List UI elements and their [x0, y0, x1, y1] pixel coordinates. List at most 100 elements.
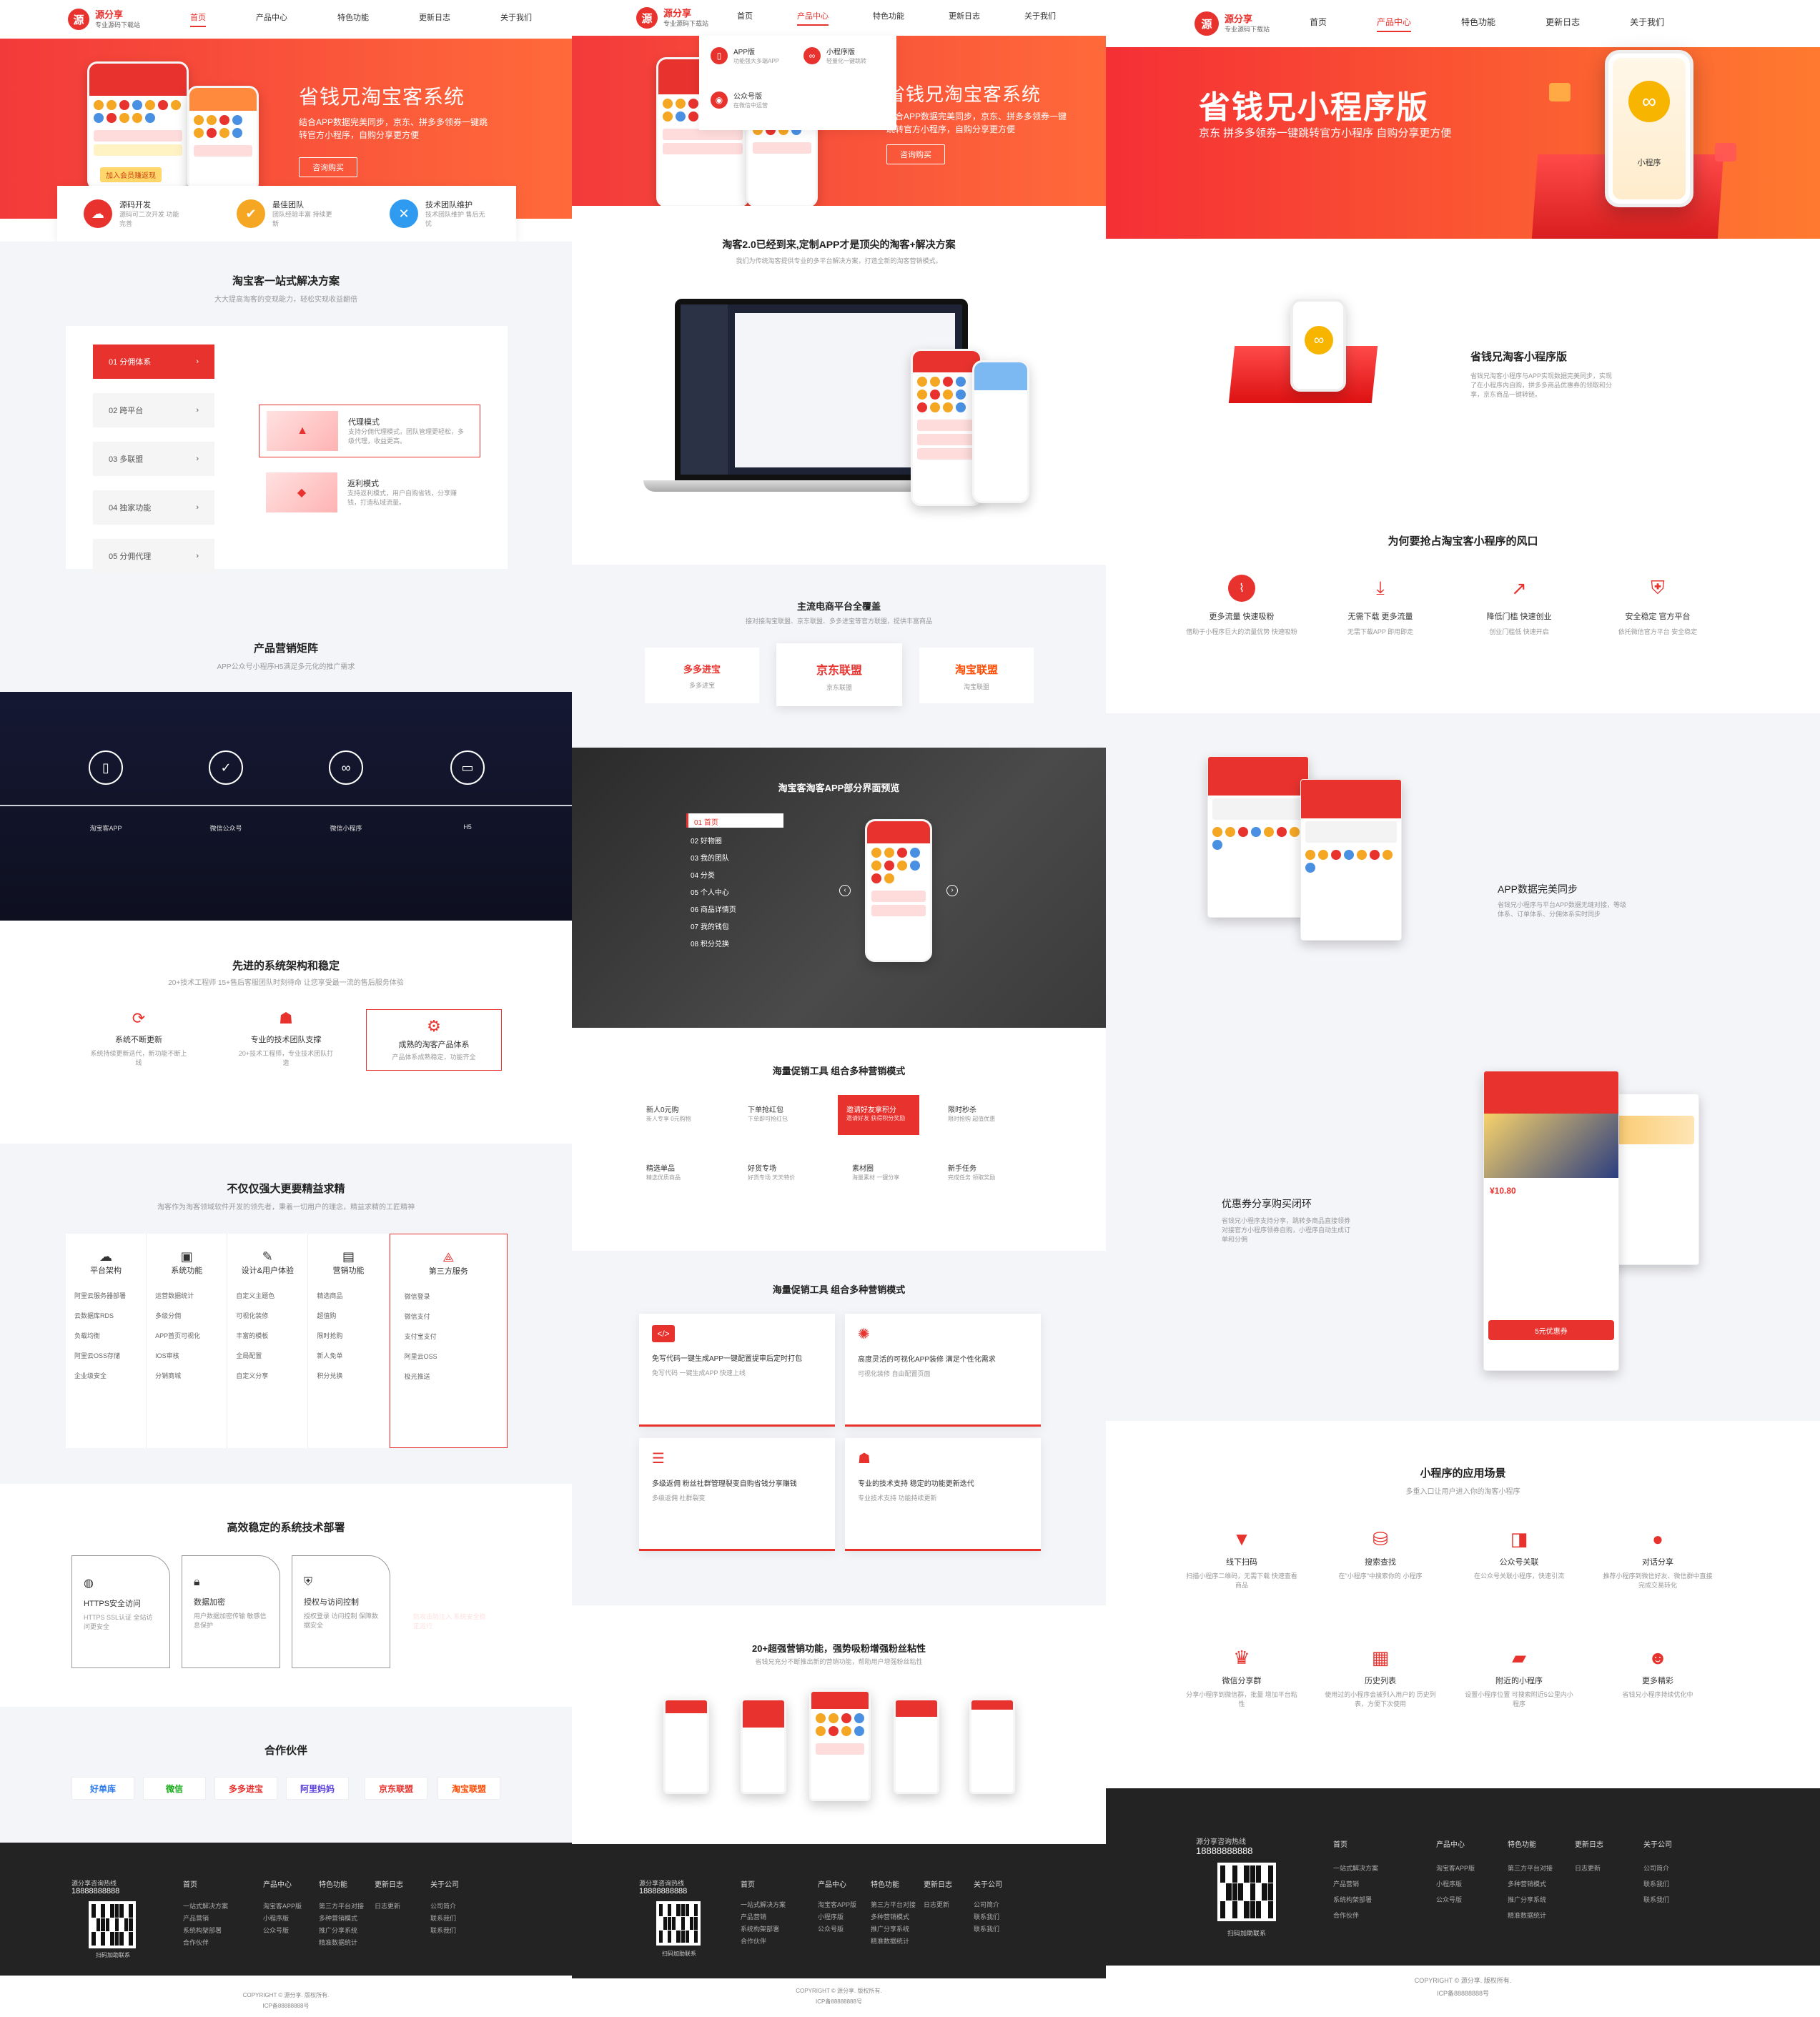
nav-item-home[interactable]: 首页: [1310, 16, 1327, 32]
solution-tab[interactable]: 03 多联盟 ›: [93, 442, 214, 476]
consult-button[interactable]: 咨询购买: [299, 157, 357, 177]
nav-item-about[interactable]: 关于我们: [1630, 16, 1664, 32]
footer-link[interactable]: 合作伙伴: [1333, 1908, 1378, 1923]
footer-link[interactable]: 推广分享系统: [319, 1925, 364, 1937]
nav-item-changelog[interactable]: 更新日志: [419, 11, 450, 27]
nav-item-changelog[interactable]: 更新日志: [949, 10, 980, 26]
footer-link[interactable]: 联系我们: [974, 1911, 1002, 1923]
footer-link[interactable]: 联系我们: [1643, 1876, 1672, 1892]
footer-link[interactable]: 联系我们: [1643, 1892, 1672, 1908]
footer-link[interactable]: 精准数据统计: [1508, 1908, 1553, 1923]
footer-link[interactable]: 联系我们: [430, 1913, 459, 1925]
mode-card-rebate[interactable]: ◆ 返利模式 支持返利模式，用户自购省钱，分享赚钱，打造私域流量。: [259, 466, 480, 519]
footer-link[interactable]: 公司简介: [430, 1900, 459, 1913]
footer-link[interactable]: 一站式解决方案: [741, 1899, 786, 1911]
nav-item-products[interactable]: 产品中心: [256, 11, 287, 27]
nav-item-about[interactable]: 关于我们: [500, 11, 532, 27]
dropdown-item[interactable]: ∞ 小程序版 轻量化一键跳转: [803, 46, 866, 66]
brand-logo[interactable]: 源 源分享 专业源码下载站: [1195, 11, 1270, 36]
partner-logo[interactable]: 淘宝联盟: [437, 1777, 500, 1800]
nav-item-products[interactable]: 产品中心: [1377, 16, 1412, 32]
footer-link[interactable]: 小程序版: [1436, 1876, 1475, 1892]
footer-link[interactable]: 多种营销模式: [871, 1911, 916, 1923]
preview-list-item[interactable]: 06 商品详情页: [691, 902, 736, 919]
chevron-right-icon[interactable]: ›: [946, 885, 958, 896]
footer-link[interactable]: 公司简介: [974, 1899, 1002, 1911]
monitor-icon[interactable]: ▭: [450, 750, 485, 785]
footer-link[interactable]: 推广分享系统: [871, 1923, 916, 1936]
footer-link[interactable]: 日志更新: [924, 1899, 952, 1911]
footer-link[interactable]: 小程序版: [818, 1911, 856, 1923]
footer-link[interactable]: 一站式解决方案: [1333, 1860, 1378, 1876]
preview-list-item-active[interactable]: 01 首页: [686, 813, 783, 828]
nav-item-about[interactable]: 关于我们: [1024, 10, 1056, 26]
nav-item-features[interactable]: 特色功能: [873, 10, 904, 26]
nav-item-changelog[interactable]: 更新日志: [1545, 16, 1580, 32]
footer-link[interactable]: 日志更新: [1575, 1860, 1603, 1876]
footer-link[interactable]: 推广分享系统: [1508, 1892, 1553, 1908]
partner-logo[interactable]: 阿里妈妈: [286, 1777, 349, 1800]
footer-link[interactable]: 小程序版: [263, 1913, 302, 1925]
footer-link[interactable]: 淘宝客APP版: [818, 1899, 856, 1911]
footer-link[interactable]: 联系我们: [974, 1923, 1002, 1936]
footer-link[interactable]: 多种营销模式: [1508, 1876, 1553, 1892]
solution-tab[interactable]: 02 跨平台 ›: [93, 393, 214, 427]
mobile-icon[interactable]: ▯: [89, 750, 123, 785]
footer-link[interactable]: 公众号版: [1436, 1892, 1475, 1908]
preview-list-item[interactable]: 05 个人中心: [691, 885, 736, 902]
footer-link[interactable]: 公众号版: [263, 1925, 302, 1937]
nav-item-features[interactable]: 特色功能: [337, 11, 369, 27]
footer-link[interactable]: 产品营销: [183, 1913, 228, 1925]
footer-link[interactable]: 淘宝客APP版: [263, 1900, 302, 1913]
footer-link[interactable]: 联系我们: [430, 1925, 459, 1937]
mode-card-agent[interactable]: ▲ 代理模式 支持分佣代理模式，团队管理更轻松，多级代理，收益更高。: [259, 405, 480, 457]
footer-link[interactable]: 合作伙伴: [183, 1937, 228, 1949]
partner-logo[interactable]: 京东联盟: [365, 1777, 427, 1800]
footer-link[interactable]: 合作伙伴: [741, 1936, 786, 1948]
solution-tab[interactable]: 05 分佣代理 ›: [93, 539, 214, 573]
platform-card[interactable]: 淘宝联盟 淘宝联盟: [919, 648, 1034, 703]
nav-item-products[interactable]: 产品中心: [797, 10, 829, 26]
footer-link[interactable]: 产品营销: [741, 1911, 786, 1923]
tool-item[interactable]: 新人0元购 新人专享 0元购物: [646, 1104, 691, 1124]
tool-item[interactable]: 限时秒杀 限时抢购 超值优惠: [948, 1104, 995, 1124]
nav-item-home[interactable]: 首页: [737, 10, 753, 26]
partner-logo[interactable]: 微信: [143, 1777, 206, 1800]
badge-check-icon[interactable]: ✓: [209, 750, 243, 785]
footer-link[interactable]: 第三方平台对接: [1508, 1860, 1553, 1876]
footer-link[interactable]: 一站式解决方案: [183, 1900, 228, 1913]
chevron-left-icon[interactable]: ‹: [839, 885, 851, 896]
brand-logo[interactable]: 源 源分享 专业源码下载站: [636, 7, 708, 29]
tool-item-active[interactable]: 邀请好友拿积分 邀请好友 获得积分奖励: [838, 1095, 919, 1135]
preview-list-item[interactable]: 03 我的团队: [691, 851, 736, 868]
footer-link[interactable]: 精准数据统计: [319, 1937, 364, 1949]
brand-logo[interactable]: 源 源分享 专业源码下载站: [68, 9, 140, 30]
solution-tab[interactable]: 04 独家功能 ›: [93, 490, 214, 525]
footer-link[interactable]: 系统构架部署: [1333, 1892, 1378, 1908]
preview-list-item[interactable]: 04 分类: [691, 868, 736, 885]
partner-logo[interactable]: 多多进宝: [214, 1777, 277, 1800]
platform-card[interactable]: 多多进宝 多多进宝: [645, 648, 759, 703]
footer-link[interactable]: 日志更新: [375, 1900, 403, 1913]
footer-link[interactable]: 第三方平台对接: [871, 1899, 916, 1911]
footer-link[interactable]: 系统构架部署: [183, 1925, 228, 1937]
footer-link[interactable]: 公司简介: [1643, 1860, 1672, 1876]
footer-link[interactable]: 系统构架部署: [741, 1923, 786, 1936]
dropdown-item[interactable]: ▯ APP版 功能强大多端APP: [711, 46, 779, 66]
tool-item[interactable]: 精选单品 精选优质商品: [646, 1162, 681, 1182]
tool-item[interactable]: 新手任务 完成任务 领取奖励: [948, 1162, 995, 1182]
platform-card[interactable]: 京东联盟 京东联盟: [776, 643, 902, 706]
preview-list-item[interactable]: 07 我的钱包: [691, 919, 736, 936]
miniprogram-icon[interactable]: ∞: [329, 750, 363, 785]
footer-link[interactable]: 第三方平台对接: [319, 1900, 364, 1913]
solution-tab-active[interactable]: 01 分佣体系 ›: [93, 345, 214, 379]
tool-item[interactable]: 好货专场 好货专场 天天特价: [748, 1162, 795, 1182]
footer-link[interactable]: 精准数据统计: [871, 1936, 916, 1948]
preview-list-item[interactable]: 08 积分兑换: [691, 936, 736, 953]
nav-item-features[interactable]: 特色功能: [1461, 16, 1495, 32]
footer-link[interactable]: 产品营销: [1333, 1876, 1378, 1892]
partner-logo[interactable]: 好单库: [71, 1777, 134, 1800]
dropdown-item[interactable]: ◉ 公众号版 在微信中运营: [711, 90, 768, 110]
tool-item[interactable]: 素材圈 海量素材 一键分享: [852, 1162, 899, 1182]
coupon-button[interactable]: 5元优惠券: [1488, 1320, 1614, 1340]
